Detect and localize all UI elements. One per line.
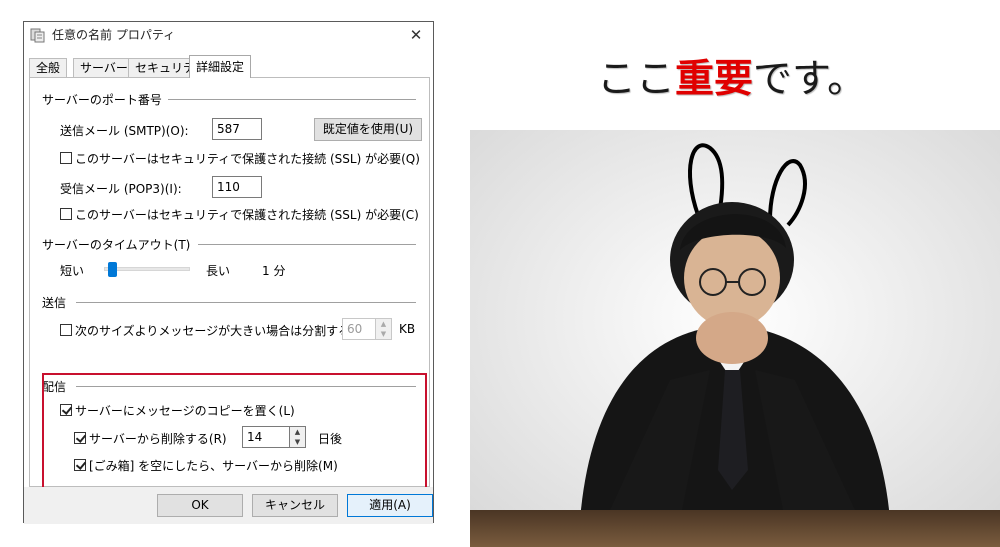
smtp-port-input[interactable]: 587 [212, 118, 262, 140]
pop3-port-input[interactable]: 110 [212, 176, 262, 198]
timeout-slider-thumb[interactable] [107, 262, 117, 277]
tab-bar: 全般 サーバー セキュリティ 詳細設定 [29, 55, 428, 78]
split-message-label: 次のサイズよりメッセージが大きい場合は分割する(B) [75, 324, 368, 338]
timeout-slider-track[interactable] [104, 267, 190, 271]
properties-dialog: 任意の名前 プロパティ ✕ 全般 サーバー セキュリティ 詳細設定 サーバーのポ… [23, 21, 434, 524]
section-divider [198, 244, 416, 245]
button-bar: OK キャンセル 適用(A) [24, 487, 433, 524]
tab-general[interactable]: 全般 [29, 58, 68, 77]
send-section-title: 送信 [42, 294, 73, 311]
use-defaults-button[interactable]: 既定値を使用(U) [314, 118, 422, 141]
split-size-unit: KB [399, 322, 416, 336]
dialog-title: 任意の名前 プロパティ [52, 28, 176, 42]
stepper-down-icon[interactable]: ▼ [376, 329, 391, 339]
smtp-port-label: 送信メール (SMTP)(O): [60, 124, 189, 138]
tab-advanced[interactable]: 詳細設定 [189, 55, 252, 78]
close-button[interactable]: ✕ [406, 25, 426, 45]
split-size-input[interactable]: 60 [342, 318, 376, 340]
timeout-section-title: サーバーのタイムアウト(T) [42, 236, 197, 253]
pop3-port-label: 受信メール (POP3)(I): [60, 182, 182, 196]
tab-server[interactable]: サーバー [73, 58, 135, 77]
cancel-button[interactable]: キャンセル [252, 494, 338, 517]
section-divider [76, 302, 416, 303]
smtp-ssl-label: このサーバーはセキュリティで保護された接続 (SSL) が必要(Q) [75, 152, 420, 166]
timeout-long-label: 長い [206, 264, 231, 278]
headline-part1: ここ [597, 57, 676, 102]
pop3-ssl-checkbox[interactable] [60, 208, 72, 220]
highlight-box [42, 373, 427, 499]
timeout-value: 1 分 [262, 264, 286, 278]
split-size-stepper[interactable]: ▲ ▼ [376, 318, 392, 340]
headline: ここ重要です。 [597, 48, 866, 104]
section-divider [158, 99, 416, 100]
pop3-ssl-label: このサーバーはセキュリティで保護された接続 (SSL) が必要(C) [75, 208, 419, 222]
headline-highlight: 重要 [675, 56, 754, 102]
smtp-ssl-checkbox[interactable] [60, 152, 72, 164]
headline-part2: です。 [753, 57, 867, 102]
port-section-title: サーバーのポート番号 [42, 91, 168, 108]
ok-button[interactable]: OK [157, 494, 243, 517]
timeout-short-label: 短い [60, 264, 85, 278]
man-with-bunny-ears-photo [470, 130, 1000, 547]
title-bar: 任意の名前 プロパティ ✕ [24, 22, 433, 48]
split-message-checkbox[interactable] [60, 324, 72, 336]
advanced-settings-panel: サーバーのポート番号 送信メール (SMTP)(O): 587 既定値を使用(U… [29, 77, 430, 499]
apply-button[interactable]: 適用(A) [347, 494, 433, 517]
mail-account-icon [30, 28, 45, 43]
